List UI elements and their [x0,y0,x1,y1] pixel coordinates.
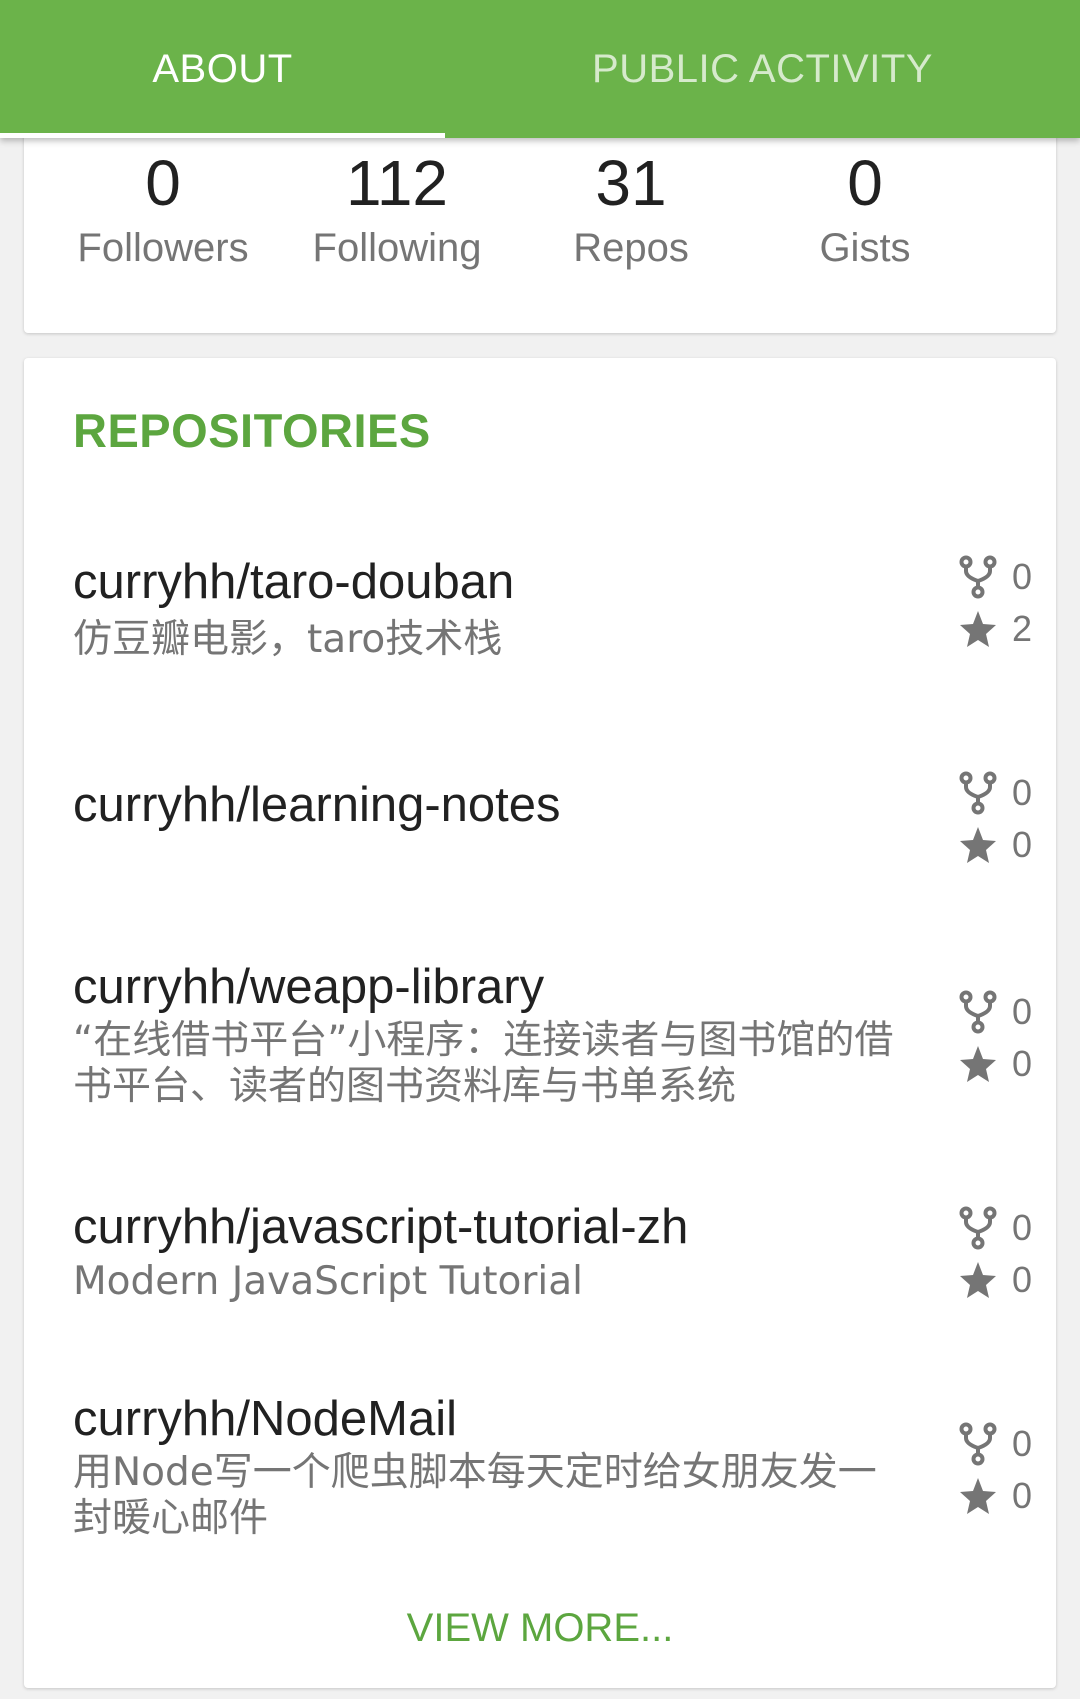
star-icon [960,1262,996,1298]
repo-description: Modern JavaScript Tutorial [73,1259,583,1304]
gists-count: 0 [847,147,883,219]
star-count-value: 0 [1012,1259,1033,1300]
star-count: 0 [958,1474,1032,1518]
tab-indicator [0,133,445,138]
fork-count: 0 [958,1206,1032,1250]
repo-description: 仿豆瓣电影，taro技术栈 [73,617,503,662]
repo-name: curryhh/learning-notes [73,778,561,832]
fork-count-value: 0 [1012,1423,1033,1464]
repo-description: 用Node写一个爬虫脚本每天定时给女朋友发一封暖心邮件 [73,1450,877,1541]
fork-icon [959,990,997,1034]
star-count: 0 [958,1042,1032,1086]
fork-icon [959,1206,997,1250]
fork-icon [959,1422,997,1466]
star-count: 0 [958,823,1032,867]
fork-count: 0 [958,771,1032,815]
fork-count: 0 [958,990,1032,1034]
fork-count-value: 0 [1012,1207,1033,1248]
fork-count-value: 0 [1012,556,1033,597]
star-count-value: 0 [1012,1475,1033,1516]
star-count: 2 [958,607,1032,651]
tab-public-activity[interactable]: PUBLIC ACTIVITY [540,0,985,138]
stats-card: 0 Followers 112 Following 31 Repos 0 Gis… [24,110,1056,333]
tab-about[interactable]: ABOUT [0,0,445,138]
repo-name: curryhh/NodeMail [73,1392,457,1446]
tab-bar: ABOUT PUBLIC ACTIVITY [0,0,1080,138]
repo-item[interactable]: curryhh/NodeMail 用Node写一个爬虫脚本每天定时给女朋友发一封… [73,1390,1033,1560]
repo-name: curryhh/weapp-library [73,960,545,1014]
repos-label: Repos [573,226,689,270]
repo-name: curryhh/javascript-tutorial-zh [73,1200,689,1254]
following-label: Following [312,226,482,270]
repo-item[interactable]: curryhh/weapp-library “在线借书平台”小程序：连接读者与图… [73,958,1033,1118]
gists-label: Gists [819,226,911,270]
star-count-value: 0 [1012,1043,1033,1084]
star-icon [960,827,996,863]
repo-item[interactable]: curryhh/learning-notes 0 0 [73,771,1033,865]
star-icon [960,1046,996,1082]
repo-item[interactable]: curryhh/taro-douban 仿豆瓣电影，taro技术栈 0 2 [73,553,1033,683]
repo-description: “在线借书平台”小程序：连接读者与图书馆的借书平台、读者的图书资料库与书单系统 [73,1018,894,1109]
following-count: 112 [345,147,449,219]
repos-count: 31 [595,147,667,219]
followers-count: 0 [145,147,181,219]
fork-count-value: 0 [1012,772,1033,813]
fork-count: 0 [958,1422,1032,1466]
repo-name: curryhh/taro-douban [73,555,515,609]
view-more-link[interactable]: VIEW MORE... [24,1606,1056,1651]
fork-icon [959,771,997,815]
star-icon [960,611,996,647]
fork-icon [959,555,997,599]
star-icon [960,1478,996,1514]
star-count-value: 2 [1012,608,1033,649]
star-count: 0 [958,1258,1032,1302]
repositories-card: REPOSITORIES curryhh/taro-douban 仿豆瓣电影，t… [24,358,1056,1688]
fork-count-value: 0 [1012,991,1033,1032]
star-count-value: 0 [1012,824,1033,865]
followers-label: Followers [77,226,249,270]
repo-item[interactable]: curryhh/javascript-tutorial-zh Modern Ja… [73,1198,1033,1318]
repositories-title: REPOSITORIES [73,404,431,457]
fork-count: 0 [958,555,1032,599]
